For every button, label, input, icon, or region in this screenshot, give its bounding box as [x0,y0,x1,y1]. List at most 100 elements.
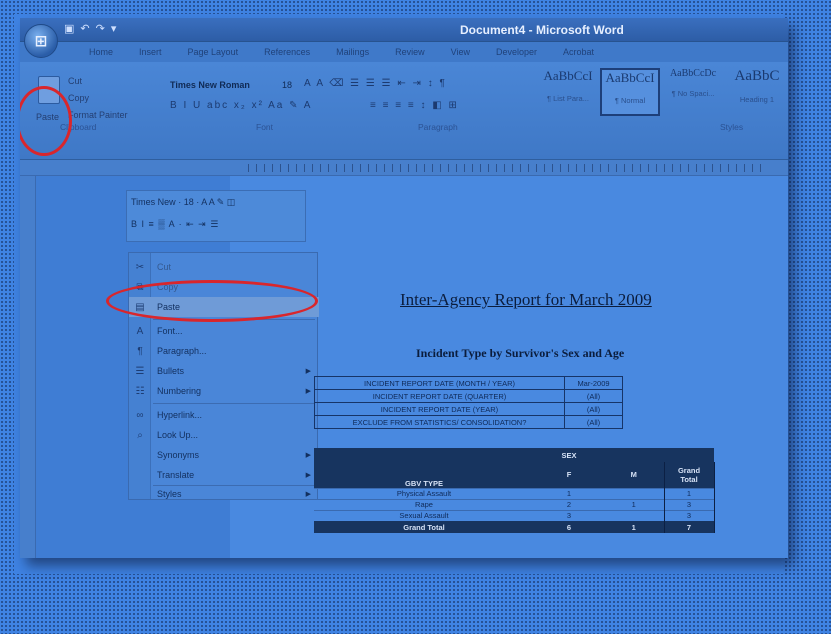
pivot-cell [604,487,664,499]
tab-review[interactable]: Review [382,47,438,57]
tab-insert[interactable]: Insert [126,47,175,57]
pivot-cell: 7 [663,521,715,533]
tab-home[interactable]: Home [76,47,126,57]
grow-shrink-font-icons[interactable]: A A ⌫ ☰ ☰ ☰ ⇤ ⇥ ↕ ¶ [304,78,447,89]
submenu-arrow-icon: ▶ [305,491,311,498]
vertical-ruler[interactable] [20,176,36,558]
pivot-row-header: GBV TYPE [405,478,443,488]
tab-view[interactable]: View [438,47,483,57]
context-menu-font[interactable]: A Font... [129,321,319,341]
pivot-cell: 1 [663,487,715,499]
pivot-row-label: Grand Total [403,522,445,532]
style-normal[interactable]: AaBbCcI ¶ Normal [600,68,660,116]
mini-toolbar-format-row[interactable]: B I ≡ ▒ A · ⇤ ⇥ ☰ [131,219,219,230]
style-name: ¶ List Para... [547,94,589,103]
pivot-col-header: F [566,470,572,480]
bullets-icon: ☰ [135,365,145,377]
context-menu-look-up[interactable]: ⌕ Look Up... [129,425,319,445]
office-button-icon[interactable]: ⊞ [24,24,58,58]
style-sample: AaBbCcI [543,68,593,83]
filter-table: INCIDENT REPORT DATE (MONTH / YEAR) Mar-… [314,376,623,429]
pivot-row-label: Physical Assault [314,487,534,499]
filter-key: EXCLUDE FROM STATISTICS/ CONSOLIDATION? [314,415,565,429]
context-menu-label: Translate [157,470,195,480]
horizontal-ruler[interactable] [20,160,788,176]
context-menu-bullets[interactable]: ☰ Bullets ▶ [129,361,319,381]
style-no-spacing[interactable]: AaBbCcDc ¶ No Spaci... [662,68,724,116]
tab-page-layout[interactable]: Page Layout [175,47,252,57]
pivot-cell [604,509,664,521]
cut-button[interactable]: Cut [68,76,82,86]
style-name: ¶ Normal [614,96,646,105]
mini-toolbar-font-row[interactable]: Times New · 18 · A A ✎ ◫ [131,197,235,208]
context-menu-synonyms[interactable]: Synonyms ▶ [129,445,319,465]
style-list-paragraph[interactable]: AaBbCcI ¶ List Para... [538,68,598,116]
format-painter-button[interactable]: Format Painter [68,110,128,120]
table-row: Sexual Assault 3 3 [314,509,715,521]
window-title: Document4 - Microsoft Word [460,23,624,37]
paste-menu-annotation-ellipse [106,280,318,322]
pivot-header-row: SEX [314,448,714,462]
pivot-cell: 1 [631,522,636,532]
styles-group-label: Styles [720,122,744,132]
pivot-blank [604,448,664,462]
pivot-cell: 3 [663,498,715,510]
copy-button[interactable]: Copy [68,93,89,103]
quick-access-toolbar: ▣ ↶ ↷ ▾ [64,22,116,35]
customize-qat-icon[interactable]: ▾ [111,22,117,35]
report-heading: Inter-Agency Report for March 2009 [400,290,652,309]
context-menu-numbering[interactable]: ☷ Numbering ▶ [129,381,319,401]
pivot-corner [314,448,534,462]
table-row: EXCLUDE FROM STATISTICS/ CONSOLIDATION? … [314,415,623,429]
pivot-row-label: Sexual Assault [314,509,534,521]
pivot-cell: 3 [663,509,715,521]
pivot-sex-label: SEX [561,450,577,460]
style-sample: AaBbCcDc [669,68,717,79]
filter-key: INCIDENT REPORT DATE (QUARTER) [314,389,565,403]
tab-references[interactable]: References [251,47,323,57]
tab-acrobat[interactable]: Acrobat [550,47,607,57]
table-row: Rape 2 1 3 [314,498,715,510]
filter-value[interactable]: Mar-2009 [564,376,623,390]
context-menu-hyperlink[interactable]: ∞ Hyperlink... [129,405,319,425]
context-menu-label: Bullets [157,366,185,376]
submenu-arrow-icon: ▶ [305,472,311,479]
context-menu-label: Synonyms [157,450,200,460]
undo-icon[interactable]: ↶ [80,22,89,35]
table-row: Physical Assault 1 1 [314,487,715,499]
tab-developer[interactable]: Developer [483,47,550,57]
style-heading-1[interactable]: AaBbC Heading 1 [726,68,788,116]
font-name-select[interactable]: Times New Roman [170,80,266,94]
font-group-label: Font [256,122,274,132]
font-icon: A [136,325,144,337]
scissors-icon: ✂ [135,261,145,273]
context-menu-paragraph[interactable]: ¶ Paragraph... [129,341,319,361]
filter-value[interactable]: (All) [564,402,623,416]
look-up-icon: ⌕ [137,429,143,441]
tab-mailings[interactable]: Mailings [323,47,382,57]
style-name: Heading 1 [739,95,775,104]
context-menu-translate[interactable]: Translate ▶ [129,465,319,485]
font-format-icons[interactable]: B I U abc x₂ x² Aa ✎ A [170,100,312,111]
mini-font-name[interactable]: Times New [131,197,176,207]
context-menu-cut[interactable]: ✂ Cut [129,257,319,277]
redo-icon[interactable]: ↷ [96,22,105,35]
context-menu-styles[interactable]: Styles ▶ [129,487,319,501]
ruler-ticks [248,164,768,172]
style-name: ¶ No Spaci... [671,89,715,98]
report-subheading: Incident Type by Survivor's Sex and Age [416,346,625,360]
font-size-select[interactable]: 18 [282,80,292,90]
filter-value[interactable]: (All) [564,389,623,403]
filter-value[interactable]: (All) [564,415,623,429]
word-window: ▣ ↶ ↷ ▾ Document4 - Microsoft Word Home … [20,18,788,558]
mini-font-size[interactable]: 18 [184,197,194,207]
paragraph-align-icons[interactable]: ≡ ≡ ≡ ≡ ↕ ◧ ⊞ [370,100,459,111]
context-menu-label: Styles [157,489,182,499]
pivot-col-header: M [630,470,637,480]
context-menu-label: Hyperlink... [157,410,203,420]
menu-separator [153,403,315,404]
save-icon[interactable]: ▣ [64,22,74,35]
submenu-arrow-icon: ▶ [305,388,311,395]
hyperlink-icon: ∞ [136,409,144,421]
context-menu-label: Cut [157,262,172,272]
